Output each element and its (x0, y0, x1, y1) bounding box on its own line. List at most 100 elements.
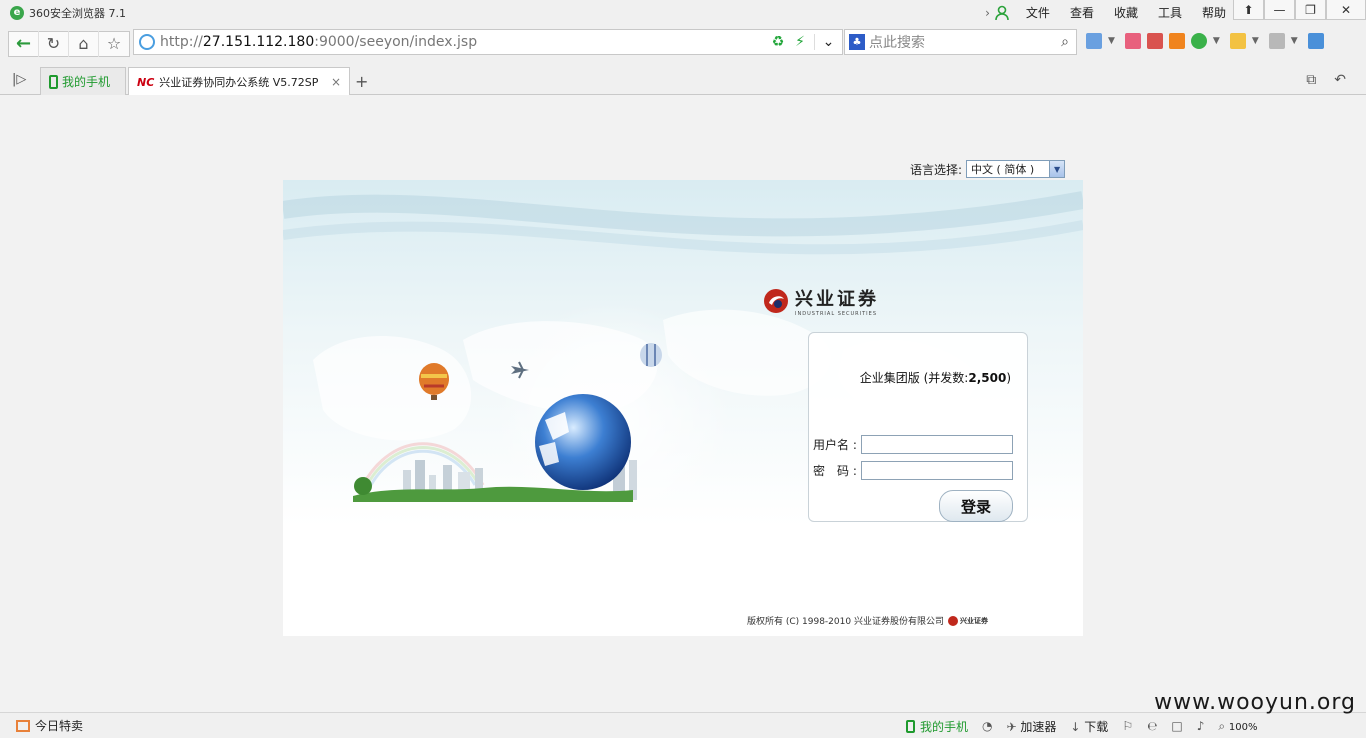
url-path: :9000/seeyon/index.jsp (314, 34, 478, 50)
search-bar[interactable]: ♣ 点此搜索 ⌕ (844, 29, 1077, 55)
address-bar[interactable]: http://27.151.112.180:9000/seeyon/index.… (133, 29, 843, 55)
window-controls: ⬆ — ❐ ✕ (1233, 0, 1366, 22)
refresh-button[interactable]: ↻ (39, 30, 69, 57)
page-viewport: 语言选择: 中文 ( 简体 ) ▼ 兴业证券 INDUSTRIAL SECURI… (0, 95, 1366, 712)
user-icon[interactable] (994, 5, 1010, 21)
watermark: www.wooyun.org (1154, 690, 1356, 715)
search-input[interactable]: 点此搜索 (867, 32, 1054, 52)
download-icon: ↓ (1070, 719, 1081, 734)
new-tab-button[interactable]: + (355, 72, 368, 91)
edition-count: 2,500 (968, 371, 1007, 385)
today-deal-link[interactable]: 今日特卖 (35, 717, 83, 734)
screenshot-icon[interactable] (1268, 33, 1285, 49)
chevron-right-icon[interactable]: › (985, 6, 990, 20)
chevron-down-icon[interactable]: ▼ (1291, 36, 1298, 46)
username-input[interactable] (861, 435, 1013, 454)
tab-active-oa[interactable]: NC 兴业证券协同办公系统 V5.72SP × (128, 67, 350, 96)
menu-favorites[interactable]: 收藏 (1104, 4, 1148, 21)
back-button[interactable]: ← (9, 30, 39, 57)
my-phone-link[interactable]: 我的手机 (906, 718, 968, 735)
close-button[interactable]: ✕ (1326, 0, 1366, 20)
extension-toolbar: ▼ ▼ ▼ ▼ (1086, 33, 1324, 49)
chevron-down-icon[interactable]: ▼ (1213, 36, 1220, 46)
language-label: 语言选择: (910, 162, 963, 177)
brand-logo: 兴业证券 INDUSTRIAL SECURITIES (763, 285, 879, 317)
brand-name-cn: 兴业证券 (795, 289, 879, 310)
copyright: 版权所有 (C) 1998-2010 兴业证券股份有限公司 兴业证券 (747, 614, 988, 627)
chevron-down-icon[interactable]: ▼ (1108, 36, 1115, 46)
brand-name-en: INDUSTRIAL SECURITIES (795, 311, 877, 317)
close-icon[interactable]: × (331, 75, 341, 89)
seeyon-logo-icon: NC (137, 75, 155, 89)
gift-icon[interactable] (16, 719, 30, 732)
main-menu: › 文件 查看 收藏 工具 帮助 (985, 0, 1236, 25)
baidu-engine-icon[interactable]: ♣ (849, 34, 865, 50)
globe-icon (139, 34, 155, 50)
language-select[interactable]: 中文 ( 简体 ) ▼ (966, 160, 1066, 178)
brand-text: 兴业证券 INDUSTRIAL SECURITIES (795, 285, 879, 317)
apps-icon[interactable] (1086, 33, 1102, 49)
chevron-down-icon[interactable]: ▼ (1049, 161, 1065, 177)
translate-icon[interactable] (1146, 33, 1163, 49)
brand-emblem-icon (764, 289, 788, 313)
sidebar-toggle-icon[interactable]: |▷ (12, 72, 26, 87)
volume-icon[interactable]: ♪ (1197, 719, 1205, 733)
zoom-control[interactable]: ⌕ 100% (1218, 719, 1257, 734)
download-label: 下载 (1084, 719, 1109, 734)
recycle-icon[interactable]: ♻ (770, 34, 786, 50)
tab-list-icon[interactable]: ⧉ (1306, 72, 1316, 88)
weibo-icon[interactable] (1124, 33, 1141, 49)
password-row: 密 码 : (813, 461, 1013, 480)
zoom-level: 100% (1228, 721, 1258, 733)
speed-dial-icon[interactable]: ◔ (982, 719, 992, 733)
lightning-icon[interactable]: ⚡ (792, 34, 808, 50)
login-button[interactable]: 登录 (939, 490, 1013, 522)
tab-actions: ⧉ ↶ (1306, 72, 1346, 88)
url-host: 27.151.112.180 (202, 34, 315, 50)
home-button[interactable]: ⌂ (69, 30, 99, 57)
menu-tools[interactable]: 工具 (1148, 4, 1192, 21)
flight-icon[interactable] (1168, 33, 1185, 49)
edition-info: 企业集团版 (并发数:2,500) (860, 369, 1011, 386)
browser-logo-icon: e (10, 5, 24, 20)
window-title: 360安全浏览器 7.1 (29, 6, 126, 20)
menu-help[interactable]: 帮助 (1192, 4, 1236, 21)
download-link[interactable]: ↓ 下载 (1070, 718, 1108, 735)
status-bar: 今日特卖 我的手机 ◔ ✈ 加速器 ↓ 下载 ⚐ ℮ □ ♪ ⌕ 100% (0, 712, 1366, 738)
status-actions: 我的手机 ◔ ✈ 加速器 ↓ 下载 ⚐ ℮ □ ♪ ⌕ 100% (906, 713, 1258, 738)
restore-button[interactable]: ❐ (1295, 0, 1326, 20)
rocket-icon: ✈ (1006, 719, 1017, 734)
skin-button[interactable]: ⬆ (1233, 0, 1264, 20)
accelerator-link[interactable]: ✈ 加速器 (1007, 718, 1057, 735)
copyright-text: 版权所有 (C) 1998-2010 兴业证券股份有限公司 (747, 617, 944, 627)
window-icon[interactable]: □ (1171, 719, 1182, 733)
tab-my-phone[interactable]: 我的手机 (40, 67, 126, 95)
username-row: 用户名 : (813, 435, 1013, 454)
copyright-brand: 兴业证券 (959, 616, 988, 625)
edition-prefix: 企业集团版 (并发数: (859, 371, 969, 385)
ie-icon[interactable]: ℮ (1147, 719, 1157, 733)
navigation-bar: ← ↻ ⌂ ☆ http://27.151.112.180:9000/seeyo… (0, 25, 1366, 62)
search-icon[interactable]: ⌕ (1054, 31, 1076, 53)
password-input[interactable] (861, 461, 1013, 480)
phone-icon (906, 719, 915, 733)
extensions-icon[interactable] (1307, 33, 1324, 49)
chevron-down-icon[interactable]: ⌄ (814, 34, 836, 50)
login-panel: 兴业证券 INDUSTRIAL SECURITIES 企业集团版 (并发数:2,… (283, 180, 1083, 636)
coupon-icon[interactable] (1229, 33, 1246, 49)
zoom-icon: ⌕ (1218, 718, 1226, 733)
accelerator-label: 加速器 (1020, 719, 1057, 734)
menu-file[interactable]: 文件 (1016, 4, 1060, 21)
language-selector-row: 语言选择: 中文 ( 简体 ) ▼ (910, 160, 1066, 178)
edition-suffix: ) (1006, 371, 1011, 385)
phone-icon (49, 74, 58, 89)
minimize-button[interactable]: — (1264, 0, 1295, 20)
undo-close-icon[interactable]: ↶ (1334, 72, 1346, 88)
flag-icon[interactable]: ⚐ (1122, 719, 1133, 733)
chevron-down-icon[interactable]: ▼ (1252, 36, 1259, 46)
favorite-star-button[interactable]: ☆ (99, 31, 129, 57)
menu-view[interactable]: 查看 (1060, 4, 1104, 21)
url-text[interactable]: http://27.151.112.180:9000/seeyon/index.… (160, 34, 770, 50)
shield-icon[interactable] (1190, 33, 1207, 49)
address-actions: ♻ ⚡ ⌄ (770, 34, 836, 50)
